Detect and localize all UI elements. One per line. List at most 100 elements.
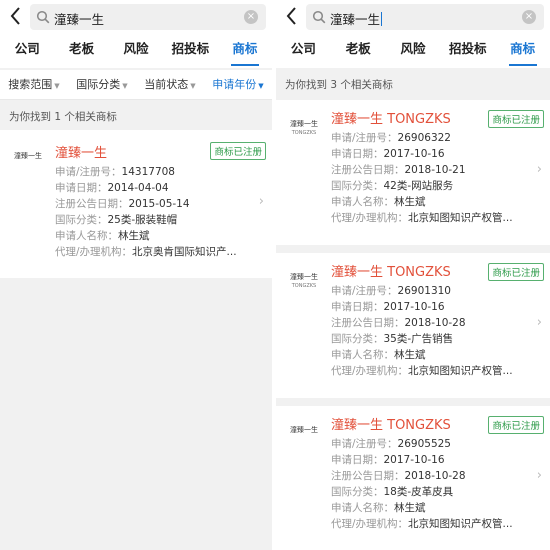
back-arrow-icon[interactable] [7, 5, 25, 27]
tab-boss[interactable]: 老板 [331, 34, 386, 68]
trademark-logo: 潼臻一生 [286, 426, 322, 435]
detail-value: 2015-05-14 [128, 198, 190, 210]
detail-label: 国际分类： [331, 180, 384, 192]
trademark-details: 申请/注册号：26906322 申请日期：2017-10-16 注册公告日期：2… [331, 130, 513, 226]
detail-value: 26901310 [397, 285, 451, 297]
detail-agency: 代理/办理机构：北京知图知识产权管... [331, 210, 513, 226]
trademark-name: 潼臻一生 TONGZKS [331, 265, 451, 280]
trademark-card[interactable]: 潼臻一生 潼臻一生 商标已注册 申请/注册号：14317708 申请日期：201… [0, 130, 272, 278]
detail-value: 26905525 [397, 438, 451, 450]
back-arrow-icon[interactable] [283, 5, 301, 27]
detail-value: 北京奥肯国际知识产... [132, 246, 237, 258]
detail-apply-date: 申请日期：2014-04-04 [55, 180, 237, 196]
trademark-logo: 潼臻一生 TONGZKS [286, 273, 322, 291]
detail-label: 申请人名称： [331, 349, 394, 361]
detail-label: 国际分类： [331, 486, 384, 498]
detail-label: 申请日期： [55, 182, 108, 194]
trademark-card[interactable]: 潼臻一生 潼臻一生 TONGZKS 商标已注册 申请/注册号：26905525 … [276, 406, 550, 550]
status-badge: 商标已注册 [488, 416, 544, 434]
trademark-card[interactable]: 潼臻一生 TONGZKS 潼臻一生 TONGZKS 商标已注册 申请/注册号：26… [276, 253, 550, 398]
tab-risk[interactable]: 风险 [386, 34, 441, 68]
tab-boss[interactable]: 老板 [54, 34, 108, 68]
detail-applicant: 申请人名称：林生斌 [331, 347, 513, 363]
trademark-logo: 潼臻一生 TONGZKS [286, 120, 322, 138]
detail-value: 北京知图知识产权管... [408, 212, 513, 224]
detail-agency: 代理/办理机构：北京知图知识产权管... [331, 516, 513, 532]
detail-label: 申请日期： [331, 454, 384, 466]
detail-value: 42类-网站服务 [383, 180, 454, 192]
detail-value: 北京知图知识产权管... [408, 365, 513, 377]
trademark-name: 潼臻一生 TONGZKS [331, 112, 451, 127]
detail-label: 申请/注册号： [331, 438, 398, 450]
logo-text: 潼臻一生 [290, 273, 318, 281]
detail-value: 2017-10-16 [383, 454, 445, 466]
trademark-card[interactable]: 潼臻一生 TONGZKS 潼臻一生 TONGZKS 商标已注册 申请/注册号：26… [276, 100, 550, 245]
tab-trademark[interactable]: 商标 [218, 34, 272, 68]
detail-label: 国际分类： [55, 214, 108, 226]
detail-publish-date: 注册公告日期：2018-10-21 [331, 162, 513, 178]
logo-subtext: TONGZKS [291, 130, 317, 136]
logo-text: 潼臻一生 [290, 120, 318, 128]
dropdown-arrow-icon: ▼ [190, 82, 196, 90]
detail-value: 26906322 [397, 132, 451, 144]
search-icon [36, 10, 50, 24]
detail-value: 35类-广告销售 [383, 333, 454, 345]
trademark-details: 申请/注册号：14317708 申请日期：2014-04-04 注册公告日期：2… [55, 164, 237, 260]
detail-label: 注册公告日期： [55, 198, 129, 210]
detail-intl-class: 国际分类：25类-服装鞋帽 [55, 212, 237, 228]
filter-search-scope[interactable]: 搜索范围 ▼ [0, 70, 68, 99]
detail-value: 林生斌 [394, 502, 426, 514]
detail-value: 2018-10-28 [404, 317, 466, 329]
detail-publish-date: 注册公告日期：2018-10-28 [331, 468, 513, 484]
tab-risk[interactable]: 风险 [109, 34, 163, 68]
detail-label: 申请/注册号： [331, 285, 398, 297]
detail-value: 2017-10-16 [383, 301, 445, 313]
detail-label: 申请日期： [331, 301, 384, 313]
detail-label: 申请人名称： [331, 196, 394, 208]
trademark-details: 申请/注册号：26905525 申请日期：2017-10-16 注册公告日期：2… [331, 436, 513, 532]
detail-agency: 代理/办理机构：北京知图知识产权管... [331, 363, 513, 379]
clear-icon[interactable]: × [522, 10, 536, 24]
detail-intl-class: 国际分类：35类-广告销售 [331, 331, 513, 347]
detail-label: 代理/办理机构： [331, 518, 409, 530]
status-badge: 商标已注册 [210, 142, 266, 160]
tab-bidding[interactable]: 招投标 [163, 34, 217, 68]
filter-apply-year[interactable]: 申请年份 ▼ [204, 70, 272, 99]
detail-label: 注册公告日期： [331, 470, 405, 482]
result-count: 为你找到 1 个相关商标 [9, 111, 117, 123]
chevron-right-icon: › [536, 162, 542, 177]
chevron-right-icon: › [258, 194, 264, 209]
detail-label: 申请/注册号： [331, 132, 398, 144]
detail-reg-no: 申请/注册号：26905525 [331, 436, 513, 452]
detail-apply-date: 申请日期：2017-10-16 [331, 299, 513, 315]
logo-text: 潼臻一生 [14, 152, 42, 160]
detail-publish-date: 注册公告日期：2015-05-14 [55, 196, 237, 212]
result-count: 为你找到 3 个相关商标 [285, 79, 393, 91]
filter-status[interactable]: 当前状态 ▼ [136, 70, 204, 99]
detail-value: 林生斌 [394, 349, 426, 361]
filter-intl-class[interactable]: 国际分类 ▼ [68, 70, 136, 99]
dropdown-arrow-icon: ▼ [122, 82, 128, 90]
filter-label: 国际分类 [76, 78, 121, 91]
detail-value: 2014-04-04 [107, 182, 169, 194]
search-icon [312, 10, 326, 24]
search-input[interactable]: 潼臻一生 × [30, 4, 266, 30]
detail-intl-class: 国际分类：18类-皮革皮具 [331, 484, 513, 500]
tab-company[interactable]: 公司 [276, 34, 331, 68]
tab-trademark[interactable]: 商标 [495, 34, 550, 68]
left-screen: 潼臻一生 × 公司 老板 风险 招投标 商标 搜索范围 ▼ 国际分类 ▼ 当前状态 ▼… [0, 0, 272, 550]
logo-text: 潼臻一生 [290, 426, 318, 434]
tab-bidding[interactable]: 招投标 [440, 34, 495, 68]
detail-label: 国际分类： [331, 333, 384, 345]
filter-label: 申请年份 [212, 78, 257, 91]
detail-publish-date: 注册公告日期：2018-10-28 [331, 315, 513, 331]
clear-icon[interactable]: × [244, 10, 258, 24]
trademark-name: 潼臻一生 [55, 146, 108, 161]
tab-company[interactable]: 公司 [0, 34, 54, 68]
detail-value: 14317708 [121, 166, 175, 178]
search-bar: 潼臻一生 × [276, 0, 550, 34]
search-input[interactable]: 潼臻一生 × [306, 4, 544, 30]
filter-bar: 搜索范围 ▼ 国际分类 ▼ 当前状态 ▼ 申请年份 ▼ [0, 70, 272, 100]
detail-applicant: 申请人名称：林生斌 [331, 500, 513, 516]
detail-value: 25类-服装鞋帽 [107, 214, 178, 226]
